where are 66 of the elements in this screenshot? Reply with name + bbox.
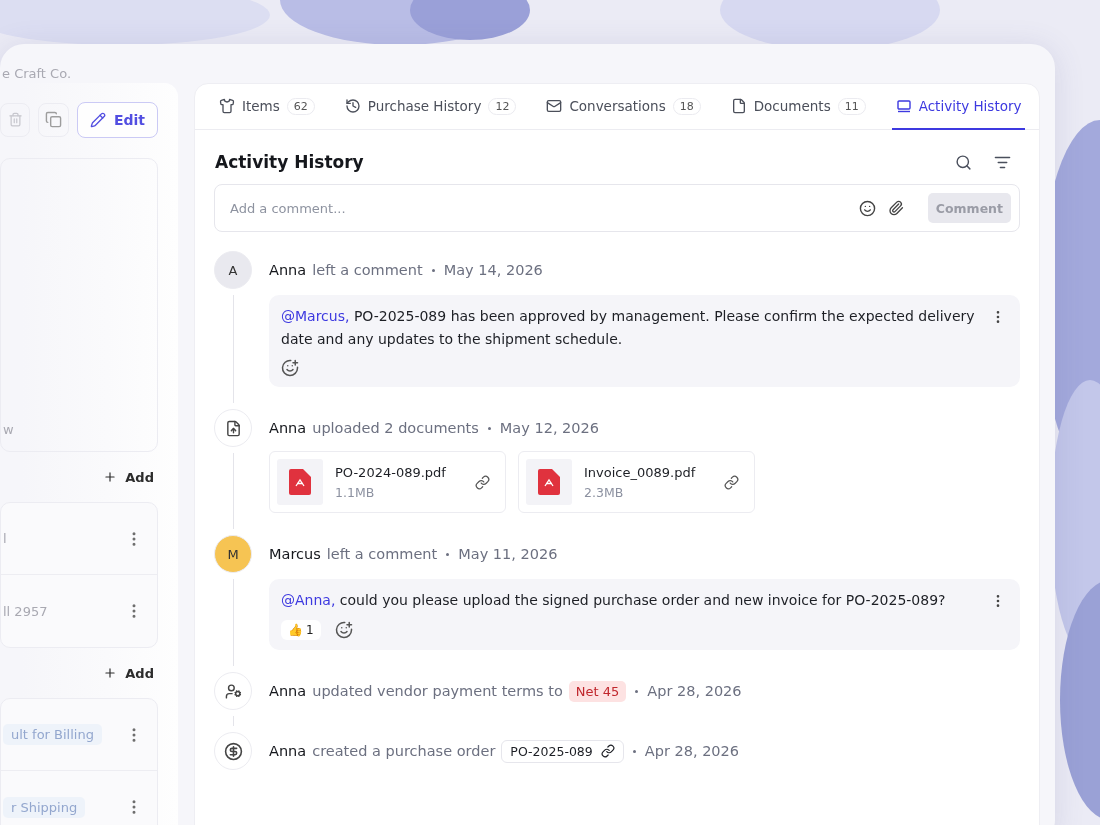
panel-icon [895,98,912,114]
actor-name: Anna [269,683,307,699]
file-card[interactable]: Invoice_0089.pdf 2.3MB [518,451,755,513]
activity-action: updated vendor payment terms to [312,683,563,699]
edit-button[interactable]: Edit [76,101,158,138]
avatar: M [214,535,252,573]
document-icon [730,98,747,114]
contact-text: l [3,531,7,546]
pdf-icon [538,469,560,495]
add-button[interactable]: Add [103,469,158,485]
link-icon[interactable] [475,474,490,490]
actor-name: Anna [269,420,307,436]
tab[interactable]: Documents 11 [726,84,870,130]
link-icon [600,744,615,758]
terms-badge: Net 45 [568,680,627,702]
mention-link[interactable]: @Marcus, [281,308,350,324]
file-card[interactable]: PO-2024-089.pdf 1.1MB [269,451,506,513]
activity-date: Apr 28, 2026 [647,683,742,699]
avatar: A [214,251,252,289]
comment-text: @Marcus, PO-2025-089 has been approved by management. Please confirm the expected delivery date and any updates to the shipment schedule. [281,307,976,349]
actor-name: Anna [269,743,307,759]
file-name: PO-2024-089.pdf [335,464,447,480]
copy-icon [45,111,63,128]
company-name: e Craft Co. [1,65,73,83]
plus-icon [103,666,118,680]
add-button[interactable]: Add [103,665,158,681]
search-icon[interactable] [955,153,972,171]
comment-text: @Anna, could you please upload the signed purchase order and new invoice for PO-2025-089? [281,591,947,610]
pencil-icon [89,111,106,128]
activity-date: May 14, 2026 [443,262,543,278]
attach-icon[interactable] [887,200,904,216]
activity-action: uploaded 2 documents [312,420,479,436]
contact-text: ll 2957 [3,603,48,619]
address-tag: r Shipping [3,796,86,818]
notes-text: w [3,422,14,437]
tab[interactable]: Purchase History 12 [340,84,521,130]
file-size: 2.3MB [584,484,625,500]
copy-button[interactable] [38,102,69,137]
add-reaction-icon[interactable] [281,359,299,377]
trash-icon [7,112,23,127]
order-chip[interactable]: PO-2025-089 [501,739,624,763]
tab[interactable]: Items 62 [215,84,319,130]
address-tag: ult for Billing [3,724,102,745]
tab[interactable]: Conversations 18 [542,84,705,130]
activity-action: created a purchase order [312,743,496,759]
shirt-icon [219,98,235,114]
mail-icon [546,98,563,114]
pdf-icon [289,469,311,495]
history-icon [344,98,361,114]
plus-icon [103,470,118,484]
actor-name: Anna [269,262,307,278]
activity-date: May 11, 2026 [458,546,558,562]
reaction-chip[interactable]: 👍 1 [281,620,321,640]
emoji-icon[interactable] [858,199,876,217]
activity-action: left a comment [312,262,423,278]
add-reaction-icon[interactable] [334,621,353,639]
link-icon[interactable] [724,474,739,490]
file-size: 1.1MB [335,484,376,500]
activity-date: May 12, 2026 [499,420,600,436]
actor-name: Marcus [269,546,321,562]
mention-link[interactable]: @Anna, [281,592,336,608]
panel-title: Activity History [215,152,364,172]
file-name: Invoice_0089.pdf [584,464,697,480]
tab[interactable]: Activity History [891,84,1026,130]
activity-date: Apr 28, 2026 [644,743,740,759]
activity-action: left a comment [326,546,438,562]
